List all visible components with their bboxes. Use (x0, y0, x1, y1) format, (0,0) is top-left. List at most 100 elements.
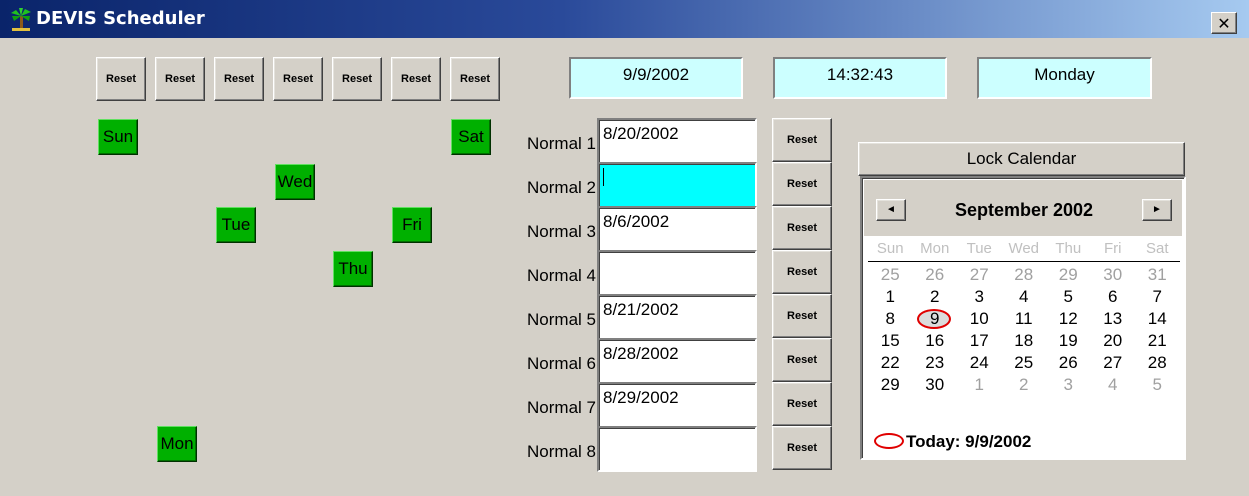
calendar-day[interactable]: 1 (957, 374, 1002, 396)
next-month-button[interactable]: ► (1142, 199, 1172, 221)
month-calendar: ◄ September 2002 ► Sun Mon Tue Wed Thu F… (860, 176, 1186, 460)
prev-month-button[interactable]: ◄ (876, 199, 906, 221)
calendar-day[interactable]: 27 (1091, 352, 1136, 374)
current-date-display: 9/9/2002 (569, 57, 743, 99)
reset-button-3[interactable]: Reset (214, 57, 264, 101)
calendar-day[interactable]: 17 (957, 330, 1002, 352)
calendar-day[interactable]: 26 (913, 264, 958, 286)
normal-8-reset-button[interactable]: Reset (772, 426, 832, 470)
calendar-day[interactable]: 29 (1046, 264, 1091, 286)
calendar-day[interactable]: 2 (1002, 374, 1047, 396)
calendar-day[interactable]: 13 (1091, 308, 1136, 330)
close-button[interactable]: ✕ (1211, 12, 1237, 34)
calendar-header: ◄ September 2002 ► (864, 180, 1182, 236)
calendar-day[interactable]: 30 (913, 374, 958, 396)
palm-tree-icon (11, 8, 31, 31)
day-button-mon[interactable]: Mon (157, 426, 197, 462)
calendar-day[interactable]: 28 (1002, 264, 1047, 286)
normal-2-field[interactable] (597, 162, 757, 208)
today-link[interactable]: Today: 9/9/2002 (874, 432, 1031, 452)
reset-button-5[interactable]: Reset (332, 57, 382, 101)
calendar-day[interactable]: 22 (868, 352, 913, 374)
calendar-day[interactable]: 23 (913, 352, 958, 374)
weekday-header: Tue (966, 240, 992, 257)
window-title: DEVIS Scheduler (36, 8, 205, 29)
weekday-header: Sun (876, 240, 904, 257)
calendar-day[interactable]: 25 (868, 264, 913, 286)
current-time-display: 14:32:43 (773, 57, 947, 99)
normal-4-field[interactable] (597, 250, 757, 296)
reset-button-2[interactable]: Reset (155, 57, 205, 101)
day-button-fri[interactable]: Fri (392, 207, 432, 243)
calendar-day-selected[interactable]: 9 (913, 308, 958, 330)
calendar-day[interactable]: 5 (1135, 374, 1180, 396)
normal-6-reset-button[interactable]: Reset (772, 338, 832, 382)
calendar-day[interactable]: 10 (957, 308, 1002, 330)
calendar-day[interactable]: 27 (957, 264, 1002, 286)
calendar-day[interactable]: 4 (1091, 374, 1136, 396)
calendar-day[interactable]: 25 (1002, 352, 1047, 374)
calendar-day[interactable]: 5 (1046, 286, 1091, 308)
day-button-sat[interactable]: Sat (451, 119, 491, 155)
weekday-header: Fri (1104, 240, 1122, 257)
calendar-day[interactable]: 28 (1135, 352, 1180, 374)
normal-3-label: Normal 3 (527, 222, 596, 241)
day-button-wed[interactable]: Wed (275, 164, 315, 200)
calendar-day[interactable]: 11 (1002, 308, 1047, 330)
normal-1-field[interactable]: 8/20/2002 (597, 118, 757, 164)
day-button-tue[interactable]: Tue (216, 207, 256, 243)
calendar-day[interactable]: 6 (1091, 286, 1136, 308)
normal-7-field[interactable]: 8/29/2002 (597, 382, 757, 428)
calendar-day[interactable]: 2 (913, 286, 958, 308)
reset-button-4[interactable]: Reset (273, 57, 323, 101)
day-button-sun[interactable]: Sun (98, 119, 138, 155)
calendar-week-row: 15 16 17 18 19 20 21 (868, 330, 1180, 352)
weekday-header: Sat (1145, 240, 1169, 257)
calendar-day[interactable]: 18 (1002, 330, 1047, 352)
normal-3-field[interactable]: 8/6/2002 (597, 206, 757, 252)
normal-4-reset-button[interactable]: Reset (772, 250, 832, 294)
normal-1-reset-button[interactable]: Reset (772, 118, 832, 162)
calendar-week-row: 22 23 24 25 26 27 28 (868, 352, 1180, 374)
reset-button-6[interactable]: Reset (391, 57, 441, 101)
normal-7-reset-button[interactable]: Reset (772, 382, 832, 426)
calendar-day[interactable]: 1 (868, 286, 913, 308)
normal-6-field[interactable]: 8/28/2002 (597, 338, 757, 384)
calendar-day[interactable]: 15 (868, 330, 913, 352)
calendar-day[interactable]: 3 (957, 286, 1002, 308)
normal-2-reset-button[interactable]: Reset (772, 162, 832, 206)
weekday-header: Wed (1008, 240, 1040, 257)
calendar-grid: Sun Mon Tue Wed Thu Fri Sat 25 26 27 28 … (868, 238, 1180, 396)
weekday-header: Thu (1055, 240, 1082, 257)
calendar-day[interactable]: 20 (1091, 330, 1136, 352)
normal-5-field[interactable]: 8/21/2002 (597, 294, 757, 340)
reset-button-7[interactable]: Reset (450, 57, 500, 101)
normal-5-reset-button[interactable]: Reset (772, 294, 832, 338)
calendar-day[interactable]: 12 (1046, 308, 1091, 330)
calendar-day[interactable]: 24 (957, 352, 1002, 374)
calendar-day[interactable]: 26 (1046, 352, 1091, 374)
calendar-day[interactable]: 30 (1091, 264, 1136, 286)
calendar-day[interactable]: 16 (913, 330, 958, 352)
selected-day-number: 9 (930, 309, 940, 328)
lock-calendar-button[interactable]: Lock Calendar (858, 142, 1185, 176)
reset-button-1[interactable]: Reset (96, 57, 146, 101)
today-circle-icon (874, 433, 904, 449)
calendar-month-label: September 2002 (954, 200, 1094, 220)
normal-8-field[interactable] (597, 426, 757, 472)
calendar-day[interactable]: 14 (1135, 308, 1180, 330)
calendar-day[interactable]: 29 (868, 374, 913, 396)
calendar-day[interactable]: 31 (1135, 264, 1180, 286)
calendar-day[interactable]: 19 (1046, 330, 1091, 352)
calendar-day[interactable]: 8 (868, 308, 913, 330)
calendar-week-row: 25 26 27 28 29 30 31 (868, 264, 1180, 286)
text-caret (603, 168, 604, 186)
day-button-thu[interactable]: Thu (333, 251, 373, 287)
normal-1-label: Normal 1 (527, 134, 596, 153)
calendar-day[interactable]: 7 (1135, 286, 1180, 308)
calendar-day[interactable]: 4 (1002, 286, 1047, 308)
normal-3-reset-button[interactable]: Reset (772, 206, 832, 250)
normal-6-label: Normal 6 (527, 354, 596, 373)
calendar-day[interactable]: 3 (1046, 374, 1091, 396)
calendar-day[interactable]: 21 (1135, 330, 1180, 352)
